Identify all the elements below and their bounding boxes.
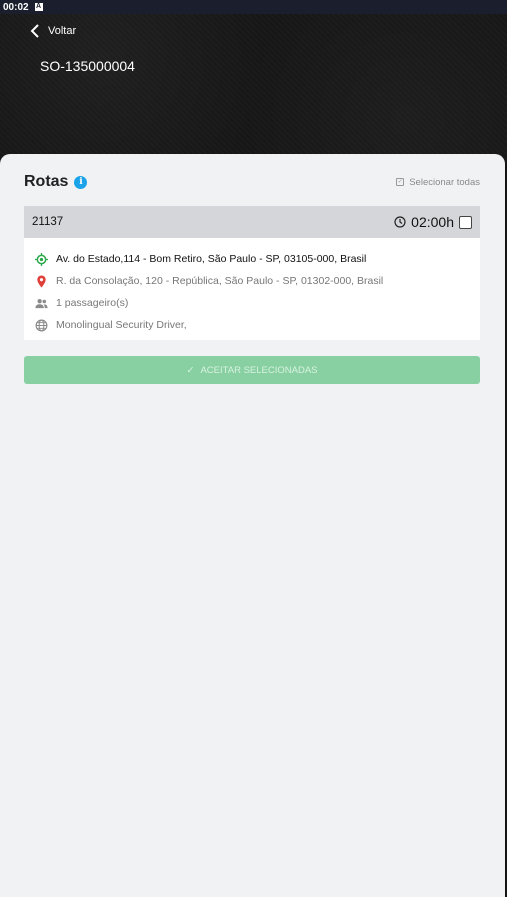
- clock-icon: [394, 216, 406, 228]
- status-bar: 00:02 A: [0, 0, 507, 14]
- back-label: Voltar: [48, 25, 77, 37]
- passenger-count: 1 passageiro(s): [56, 297, 129, 309]
- route-duration: 02:00h: [411, 214, 454, 230]
- map-pin-icon: [37, 274, 46, 288]
- info-icon[interactable]: i: [74, 175, 88, 189]
- route-passengers-row: 1 passageiro(s): [35, 292, 480, 314]
- accept-selected-label: ACEITAR SELECIONADAS: [200, 364, 318, 376]
- destination-address: R. da Consolação, 120 - República, São P…: [56, 275, 384, 287]
- route-card[interactable]: 21137 02:00h Av. do Estado,114 - Bom Ret…: [24, 206, 480, 340]
- chevron-left-icon: [30, 24, 39, 38]
- order-id: SO-135000004: [40, 58, 135, 74]
- check-icon: ✓: [186, 364, 195, 376]
- route-service-row: Monolingual Security Driver,: [35, 314, 480, 336]
- origin-address: Av. do Estado,114 - Bom Retiro, São Paul…: [56, 253, 367, 265]
- route-select-checkbox[interactable]: [459, 215, 472, 229]
- accept-selected-button[interactable]: ✓ ACEITAR SELECIONADAS: [24, 356, 480, 384]
- route-card-header: 21137 02:00h: [24, 206, 480, 238]
- service-type: Monolingual Security Driver,: [56, 319, 187, 331]
- route-origin-row: Av. do Estado,114 - Bom Retiro, São Paul…: [35, 248, 480, 270]
- origin-target-icon: [35, 252, 48, 266]
- routes-header: Rotas i ✓ Selecionar todas: [24, 172, 480, 192]
- route-details: Av. do Estado,114 - Bom Retiro, São Paul…: [24, 238, 480, 336]
- routes-sheet: Rotas i ✓ Selecionar todas 21137 02:00h: [0, 154, 505, 897]
- select-all-checkbox-icon: ✓: [396, 178, 405, 186]
- routes-title: Rotas: [24, 173, 69, 190]
- route-number: 21137: [32, 216, 64, 228]
- people-icon: [35, 298, 48, 308]
- status-time: 00:02: [3, 1, 29, 13]
- globe-icon: [35, 319, 48, 331]
- select-all-label: Selecionar todas: [409, 176, 480, 188]
- select-all-toggle[interactable]: ✓ Selecionar todas: [396, 177, 480, 188]
- notification-app-icon: A: [34, 3, 43, 11]
- header: Voltar SO-135000004: [0, 14, 507, 164]
- back-button[interactable]: Voltar: [30, 24, 76, 38]
- route-destination-row: R. da Consolação, 120 - República, São P…: [35, 270, 480, 292]
